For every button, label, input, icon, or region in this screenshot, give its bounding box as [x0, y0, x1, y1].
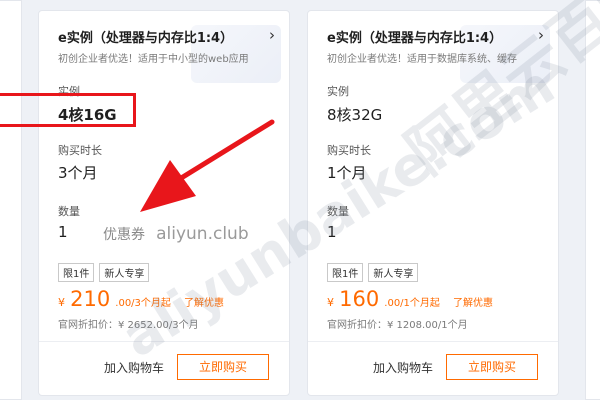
card-footer-divider	[308, 341, 558, 342]
buy-now-button[interactable]: 立即购买	[446, 354, 538, 380]
highlight-box	[0, 93, 136, 127]
price-period: .00/1个月起	[384, 298, 440, 309]
price-currency: ¥	[327, 296, 334, 309]
card-header: e实例（处理器与内存比1:4） › 初创企业者优选！适用于中小型的web应用	[58, 26, 277, 73]
card-description: 初创企业者优选！适用于数据库系统、缓存	[327, 54, 517, 65]
price-currency: ¥	[58, 296, 65, 309]
instance-value[interactable]: 8核32G	[327, 104, 382, 125]
product-card-8c32g: e实例（处理器与内存比1:4） › 初创企业者优选！适用于数据库系统、缓存 实例…	[307, 10, 559, 396]
duration-label: 购买时长	[327, 144, 371, 157]
chevron-right-icon[interactable]: ›	[269, 26, 275, 44]
quantity-label: 数量	[58, 205, 80, 218]
quantity-value[interactable]: 1	[327, 223, 337, 241]
card-footer-divider	[39, 341, 289, 342]
tag-limit: 限1件	[327, 263, 364, 282]
coupon-watermark: 优惠券 aliyun.club	[103, 224, 249, 244]
card-header: e实例（处理器与内存比1:4） › 初创企业者优选！适用于数据库系统、缓存	[327, 26, 546, 73]
adjacent-card-left	[0, 0, 22, 400]
original-price: 官网折扣价：¥ 1208.00/1个月	[327, 320, 468, 331]
add-to-cart-button[interactable]: 加入购物车	[104, 359, 164, 376]
quantity-value[interactable]: 1	[58, 223, 68, 241]
price-amount: 210	[70, 287, 111, 311]
price-period: .00/3个月起	[115, 298, 171, 309]
promo-info-link[interactable]: 了解优惠	[453, 298, 493, 309]
card-description: 初创企业者优选！适用于中小型的web应用	[58, 54, 249, 65]
adjacent-card-right	[585, 0, 600, 400]
add-to-cart-button[interactable]: 加入购物车	[373, 359, 433, 376]
tag-limit: 限1件	[58, 263, 95, 282]
price-row: ¥ 210 .00/3个月起 了解优惠	[58, 287, 224, 311]
card-title: e实例（处理器与内存比1:4）	[327, 31, 503, 46]
tag-list: 限1件 新人专享	[58, 263, 150, 282]
chevron-right-icon[interactable]: ›	[538, 26, 544, 44]
product-card-4c16g: e实例（处理器与内存比1:4） › 初创企业者优选！适用于中小型的web应用 实…	[38, 10, 290, 396]
duration-label: 购买时长	[58, 144, 102, 157]
buy-now-button[interactable]: 立即购买	[177, 354, 269, 380]
duration-value[interactable]: 3个月	[58, 162, 98, 183]
tag-list: 限1件 新人专享	[327, 263, 419, 282]
instance-label: 实例	[327, 85, 349, 98]
tag-new-user: 新人专享	[99, 263, 150, 282]
original-price: 官网折扣价：¥ 2652.00/3个月	[58, 320, 199, 331]
coupon-label: 优惠券	[103, 227, 145, 243]
card-title: e实例（处理器与内存比1:4）	[58, 31, 234, 46]
quantity-label: 数量	[327, 205, 349, 218]
promo-info-link[interactable]: 了解优惠	[184, 298, 224, 309]
duration-value[interactable]: 1个月	[327, 162, 367, 183]
coupon-site: aliyun.club	[156, 224, 249, 244]
tag-new-user: 新人专享	[368, 263, 419, 282]
price-row: ¥ 160 .00/1个月起 了解优惠	[327, 287, 493, 311]
price-amount: 160	[339, 287, 380, 311]
